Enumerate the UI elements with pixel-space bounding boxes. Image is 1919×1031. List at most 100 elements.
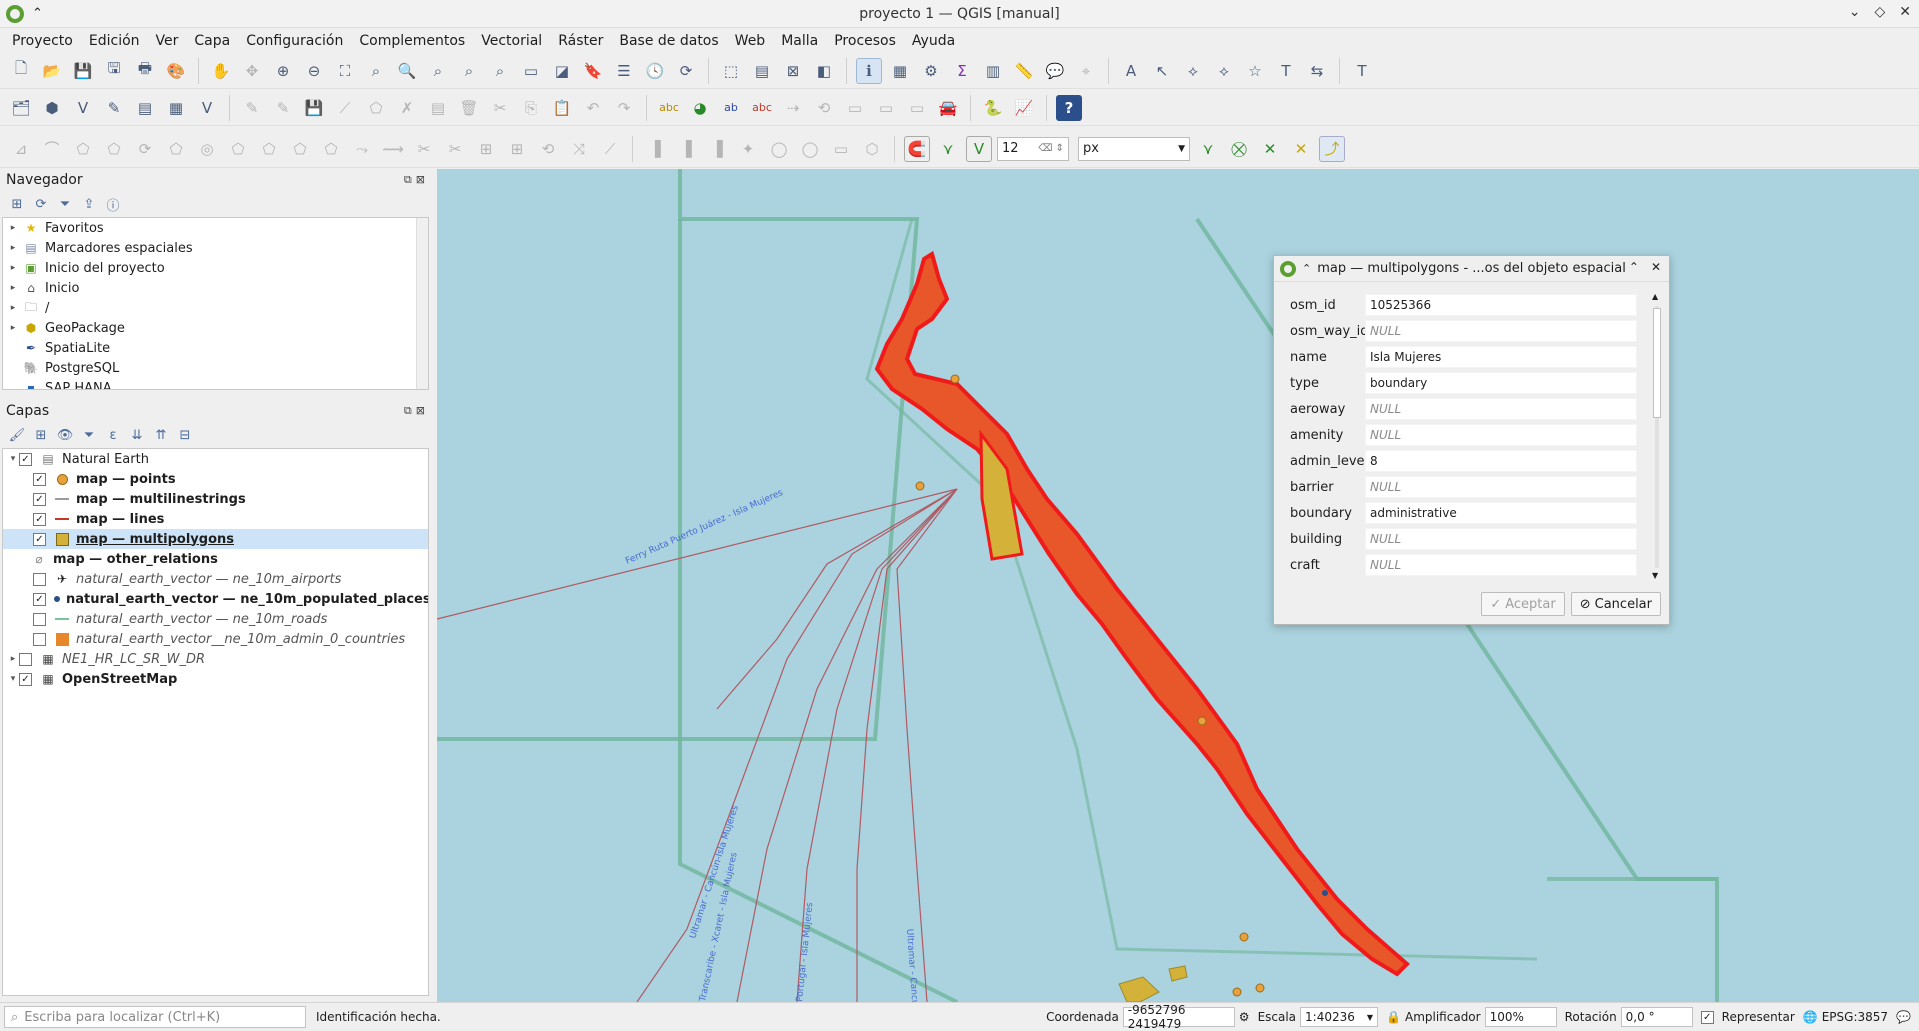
layer-map-multilinestrings[interactable]: ✓ map — multilinestrings (3, 489, 428, 509)
field-value-osm-id[interactable]: 10525366 (1365, 294, 1637, 316)
split-parts-icon[interactable]: ✂ (442, 136, 468, 162)
label-pin-icon[interactable]: ab (718, 95, 744, 121)
minimize-button[interactable]: ⌄ (1849, 4, 1861, 20)
tracing-icon[interactable]: ▐ (704, 136, 730, 162)
pan-icon[interactable]: ✋ (208, 58, 234, 84)
collapse-all-icon[interactable]: ⇪ (80, 195, 98, 213)
nav-item-favoritos[interactable]: ▸ ★ Favoritos (3, 218, 428, 238)
delete-part-icon[interactable]: ⬠ (318, 136, 344, 162)
align-icon[interactable]: ▐ (642, 136, 668, 162)
curve-icon[interactable]: ⌒ (39, 136, 65, 162)
open-table-icon[interactable]: ▥ (980, 58, 1006, 84)
info-icon[interactable]: ⓘ (104, 195, 122, 214)
add-line-icon[interactable]: ⟋ (332, 95, 358, 121)
shape-icon[interactable]: ✦ (735, 136, 761, 162)
label-abc-icon[interactable]: abc (656, 95, 682, 121)
refresh-icon[interactable]: ⟳ (32, 195, 50, 213)
reshape-icon[interactable]: ⤳ (349, 136, 375, 162)
locator-input[interactable]: ⌕ Escriba para localizar (Ctrl+K) (4, 1006, 306, 1028)
field-value-type[interactable]: boundary (1365, 372, 1637, 394)
field-value-aeroway[interactable]: NULL (1365, 398, 1637, 420)
merge-attributes-icon[interactable]: ⊞ (504, 136, 530, 162)
nav-item-root[interactable]: ▸ 🗀 / (3, 298, 428, 318)
cursor-icon[interactable]: ↖ (1149, 58, 1175, 84)
rectangle-icon[interactable]: ▭ (828, 136, 854, 162)
field-value-craft[interactable]: NULL (1365, 554, 1637, 576)
field-value-barrier[interactable]: NULL (1365, 476, 1637, 498)
label-pin2-icon[interactable]: ▭ (904, 95, 930, 121)
label-move-icon[interactable]: ⇢ (780, 95, 806, 121)
label-tool-icon[interactable]: A (1118, 58, 1144, 84)
layer-checkbox[interactable] (33, 632, 46, 646)
close-button[interactable]: ✕ (1899, 4, 1911, 20)
delete-selected-icon[interactable]: 🗑 (456, 95, 482, 121)
simplify-icon[interactable]: ⬠ (163, 136, 189, 162)
layer-checkbox[interactable]: ✓ (33, 472, 46, 486)
delete-ring-icon[interactable]: ⬠ (287, 136, 313, 162)
dialog-close-button[interactable]: ✕ (1651, 260, 1661, 274)
filter-legend-icon[interactable]: ⏷ (80, 426, 98, 444)
diagram-icon[interactable]: ◕ (687, 95, 713, 121)
layer-map-other-relations[interactable]: ⌀ map — other_relations (3, 549, 428, 569)
field-value-name[interactable]: Isla Mujeres (1365, 346, 1637, 368)
topological-edit-icon[interactable]: ⋎ (1195, 136, 1221, 162)
zoom-layer-icon[interactable]: 🔍 (394, 58, 420, 84)
undo-icon[interactable]: ↶ (580, 95, 606, 121)
attribute-table-icon[interactable]: ▦ (887, 58, 913, 84)
copy-move-icon[interactable]: ⬠ (101, 136, 127, 162)
add-ring-icon[interactable]: ◎ (194, 136, 220, 162)
ellipse-icon[interactable]: ◯ (797, 136, 823, 162)
zoom-selection-icon[interactable]: ⌕ (363, 58, 389, 84)
nav-item-inicio[interactable]: ▸ ⌂ Inicio (3, 278, 428, 298)
collapse-all-icon[interactable]: ⇈ (152, 426, 170, 444)
offset-curve-icon[interactable]: ⟿ (380, 136, 406, 162)
move-annotation-icon[interactable]: ⇆ (1304, 58, 1330, 84)
edit-pencil-icon[interactable]: ✎ (239, 95, 265, 121)
snapping-units-select[interactable]: px ▼ (1078, 136, 1190, 161)
open-project-icon[interactable]: 📂 (39, 58, 65, 84)
menu-capa[interactable]: Capa (186, 33, 238, 49)
new-map-view-icon[interactable]: ▭ (518, 58, 544, 84)
zoom-out-icon[interactable]: ⊖ (301, 58, 327, 84)
identify-features-icon[interactable]: ℹ (856, 57, 882, 84)
print-layout-icon[interactable]: 🖶 (132, 58, 158, 84)
nav-item-marcadores[interactable]: ▸ ▤ Marcadores espaciales (3, 238, 428, 258)
toggle-editing-icon[interactable]: ✎ (270, 95, 296, 121)
map-canvas[interactable]: Ferry Ruta Puerto Juárez - Isla Mujeres … (437, 169, 1919, 1002)
layer-map-points[interactable]: ✓ map — points (3, 469, 428, 489)
field-value-admin-level[interactable]: 8 (1365, 450, 1637, 472)
layer-ne-roads[interactable]: natural_earth_vector — ne_10m_roads (3, 609, 428, 629)
nav-item-spatialite[interactable]: ✒ SpatiaLite (3, 338, 428, 358)
layer-checkbox[interactable]: ✓ (19, 672, 32, 686)
measure-icon[interactable]: 📏 (1011, 58, 1037, 84)
dialog-maximize-button[interactable]: ⌃ (1629, 260, 1639, 274)
layer-checkbox[interactable]: ✓ (33, 592, 46, 606)
temporal-controller-icon[interactable]: 🕓 (642, 58, 668, 84)
fill-ring-icon[interactable]: ⬠ (256, 136, 282, 162)
snapping-magnet-icon[interactable]: 🧲 (904, 135, 930, 162)
python-icon[interactable]: 🐍 (980, 95, 1006, 121)
plugin-car-icon[interactable]: 🚘 (935, 95, 961, 121)
layer-openstreetmap[interactable]: ▾ ✓ ▦ OpenStreetMap (3, 669, 428, 689)
merge-selected-icon[interactable]: ⊞ (473, 136, 499, 162)
node-tool-icon[interactable]: ⟡ (1211, 58, 1237, 84)
style-panel-icon[interactable]: 🖌 (8, 426, 26, 444)
snapping-type-icon[interactable]: V (966, 135, 992, 162)
manage-themes-icon[interactable]: 👁 (56, 426, 74, 444)
lock-icon[interactable]: 🔒 (1386, 1010, 1401, 1024)
layer-ne-admin-countries[interactable]: natural_earth_vector__ne_10m_admin_0_cou… (3, 629, 428, 649)
scroll-down-icon[interactable]: ▼ (1652, 571, 1658, 580)
regular-polygon-icon[interactable]: ⬡ (859, 136, 885, 162)
zoom-last-icon[interactable]: ⌕ (456, 58, 482, 84)
zoom-native-icon[interactable]: ⌕ (425, 58, 451, 84)
field-value-boundary[interactable]: administrative (1365, 502, 1637, 524)
snapping-vertex-icon[interactable]: ⋎ (935, 136, 961, 162)
filter-icon[interactable]: ⏷ (56, 195, 74, 213)
map-tips-icon[interactable]: 💬 (1042, 58, 1068, 84)
menu-ver[interactable]: Ver (148, 33, 187, 49)
select-location-icon[interactable]: ◧ (811, 58, 837, 84)
offset-point-icon[interactable]: ⤨ (566, 136, 592, 162)
crs-label[interactable]: EPSG:3857 (1822, 1010, 1888, 1024)
maximize-button[interactable]: ◇ (1874, 4, 1885, 20)
move-feature-icon[interactable]: ⬠ (70, 136, 96, 162)
